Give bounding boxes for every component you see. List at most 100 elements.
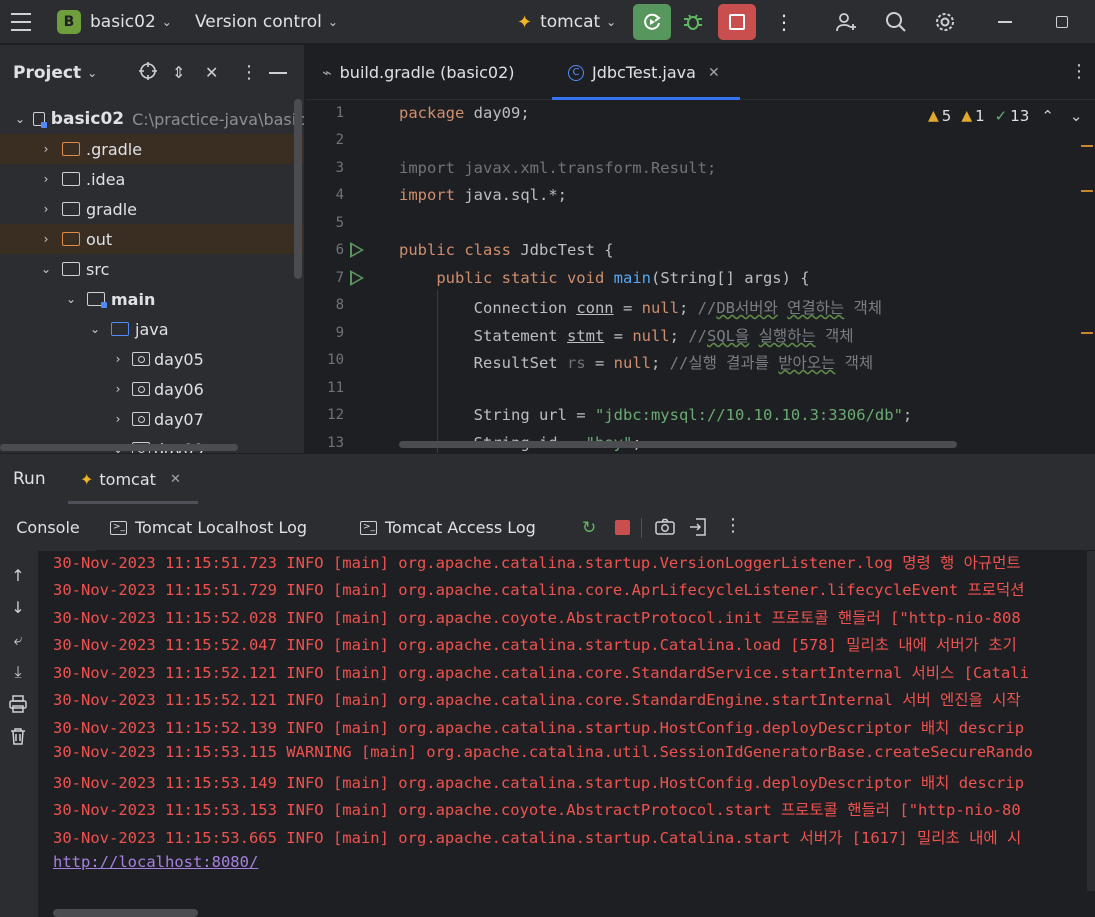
options-icon[interactable]: ⋮ xyxy=(240,62,258,83)
tree-item-day07[interactable]: › day07 xyxy=(0,404,304,434)
package-icon xyxy=(132,352,150,366)
line-number: 9 xyxy=(335,325,344,341)
add-user-icon[interactable] xyxy=(834,0,858,44)
tree-item-java[interactable]: ⌄ java xyxy=(0,314,304,344)
log-line: 30-Nov-2023 11:15:52.139 INFO [main] org… xyxy=(53,719,1025,737)
code-line-8[interactable]: Connection conn = null; //DB서버와 연결하는 객체 xyxy=(399,296,882,318)
warning-marker[interactable] xyxy=(1081,190,1093,192)
chevron-down-icon: ⌄ xyxy=(15,112,26,126)
line-number: 1 xyxy=(335,105,344,121)
project-panel-header: Project ⌄ ⇕ ✕ ⋮ xyxy=(0,45,304,100)
bug-icon xyxy=(684,14,702,30)
trash-icon[interactable] xyxy=(8,727,28,747)
chevron-right-icon: › xyxy=(43,142,49,156)
code-line-6[interactable]: public class JdbcTest { xyxy=(399,241,614,259)
console-horizontal-scrollbar[interactable] xyxy=(53,909,198,917)
tree-item-gradle-dir[interactable]: › .gradle xyxy=(0,134,304,164)
stop-icon[interactable] xyxy=(615,520,630,535)
project-panel-title[interactable]: Project xyxy=(13,63,81,83)
run-tab-tomcat[interactable]: ✦ tomcat ✕ xyxy=(68,454,198,504)
collapse-all-icon[interactable]: ✕ xyxy=(205,63,218,82)
expand-all-icon[interactable]: ⇕ xyxy=(172,63,185,82)
localhost-link[interactable]: http://localhost:8080/ xyxy=(53,853,258,871)
settings-gear-icon[interactable] xyxy=(933,0,957,44)
tree-item-main[interactable]: ⌄ main xyxy=(0,284,304,314)
code-line-3[interactable]: import javax.xml.transform.Result; xyxy=(399,159,716,177)
editor-horizontal-scrollbar[interactable] xyxy=(399,441,957,448)
tree-item-path: C:\practice-java\basic xyxy=(132,109,305,129)
module-folder-icon xyxy=(33,112,47,128)
camera-icon[interactable] xyxy=(655,518,675,540)
rerun-button[interactable] xyxy=(633,4,671,40)
chevron-down-icon: ⌄ xyxy=(606,15,617,29)
rerun-icon[interactable]: ↻ xyxy=(582,518,596,538)
java-class-icon: C xyxy=(568,64,584,81)
line-number: 6 xyxy=(335,242,344,258)
run-main-gutter-icon[interactable] xyxy=(350,270,364,286)
code-line-12[interactable]: String url = "jdbc:mysql://10.10.10.3:33… xyxy=(399,406,913,424)
tree-item-idea[interactable]: › .idea xyxy=(0,164,304,194)
arrow-up-icon[interactable]: ↑ xyxy=(8,566,28,586)
chevron-down-icon[interactable]: ⌄ xyxy=(87,66,97,80)
project-switcher[interactable]: B basic02 ⌄ xyxy=(57,0,172,44)
console-vertical-scrollbar[interactable] xyxy=(1087,551,1095,891)
tab-options-icon[interactable]: ⋮ xyxy=(1070,61,1088,82)
line-number: 13 xyxy=(327,435,344,451)
log-line: 30-Nov-2023 11:15:53.153 INFO [main] org… xyxy=(53,801,1021,819)
scroll-to-end-icon[interactable]: ⤓ xyxy=(8,662,28,682)
close-tab-icon[interactable]: ✕ xyxy=(708,65,720,81)
inspection-widget[interactable]: ▲ 5 ▲ 1 ✓ 13 ⌃ ⌄ xyxy=(928,105,1082,127)
tree-item-label: day05 xyxy=(154,349,204,369)
chevron-up-icon[interactable]: ⌃ xyxy=(1041,107,1054,125)
code-line-7[interactable]: public static void main(String[] args) { xyxy=(399,269,809,287)
warning-marker[interactable] xyxy=(1081,145,1093,147)
folder-icon xyxy=(62,262,80,276)
chevron-down-icon[interactable]: ⌄ xyxy=(1070,107,1083,125)
soft-wrap-icon[interactable]: ⤶ xyxy=(8,630,28,650)
close-tab-icon[interactable]: ✕ xyxy=(170,472,181,487)
vertical-scrollbar[interactable] xyxy=(294,99,302,279)
tab-build-gradle[interactable]: ⌁ build.gradle (basic02) xyxy=(322,45,515,100)
search-icon[interactable] xyxy=(884,0,908,44)
subtab-console[interactable]: Console xyxy=(0,504,96,551)
print-icon[interactable] xyxy=(8,695,28,715)
run-class-gutter-icon[interactable] xyxy=(350,242,364,258)
tree-item-src[interactable]: ⌄ src xyxy=(0,254,304,284)
tree-item-day05[interactable]: › day05 xyxy=(0,344,304,374)
line-number: 7 xyxy=(335,270,344,286)
tab-jdbctest-java[interactable]: C JdbcTest.java ✕ xyxy=(552,45,740,100)
tree-item-gradle[interactable]: › gradle xyxy=(0,194,304,224)
subtab-access-log[interactable]: >_ Tomcat Access Log xyxy=(360,504,536,551)
more-actions-icon[interactable]: ⋮ xyxy=(774,0,794,44)
more-options-icon[interactable]: ⋮ xyxy=(724,515,742,536)
code-line-1[interactable]: package day09; xyxy=(399,104,530,122)
tree-item-label: java xyxy=(135,319,169,339)
exit-icon[interactable] xyxy=(689,517,707,541)
console-output[interactable]: 30-Nov-2023 11:15:51.723 INFO [main] org… xyxy=(38,551,1095,917)
version-control-menu[interactable]: Version control ⌄ xyxy=(195,0,338,44)
stop-button[interactable] xyxy=(718,4,756,40)
locate-icon[interactable] xyxy=(138,61,158,85)
code-line-10[interactable]: ResultSet rs = null; //실행 결과를 받아오는 객체 xyxy=(399,351,874,373)
hide-panel-icon[interactable] xyxy=(269,72,287,74)
log-line: 30-Nov-2023 11:15:53.115 WARNING [main] … xyxy=(53,743,1033,761)
maximize-icon[interactable] xyxy=(1056,0,1068,44)
warning-marker[interactable] xyxy=(1081,332,1093,334)
run-panel-header: Run ✦ tomcat ✕ xyxy=(0,454,1095,504)
arrow-down-icon[interactable]: ↓ xyxy=(8,598,28,618)
horizontal-scrollbar[interactable] xyxy=(0,444,238,451)
log-line: 30-Nov-2023 11:15:53.665 INFO [main] org… xyxy=(53,829,1022,847)
run-config-selector[interactable]: ✦ tomcat ⌄ xyxy=(517,0,616,44)
tree-item-basic02[interactable]: ⌄ basic02 C:\practice-java\basic xyxy=(0,104,305,134)
tree-item-out[interactable]: › out xyxy=(0,224,304,254)
stop-icon xyxy=(729,14,745,30)
code-line-9[interactable]: Statement stmt = null; //SQL을 실행하는 객체 xyxy=(399,324,854,346)
gradle-icon: ⌁ xyxy=(322,63,332,82)
subtab-localhost-log[interactable]: >_ Tomcat Localhost Log xyxy=(110,504,307,551)
main-menu-icon[interactable] xyxy=(8,0,34,44)
code-line-4[interactable]: import java.sql.*; xyxy=(399,186,567,204)
warning-count: 5 xyxy=(941,107,952,125)
tree-item-day06[interactable]: › day06 xyxy=(0,374,304,404)
minimize-icon[interactable] xyxy=(998,0,1012,44)
debug-button[interactable] xyxy=(681,0,705,44)
